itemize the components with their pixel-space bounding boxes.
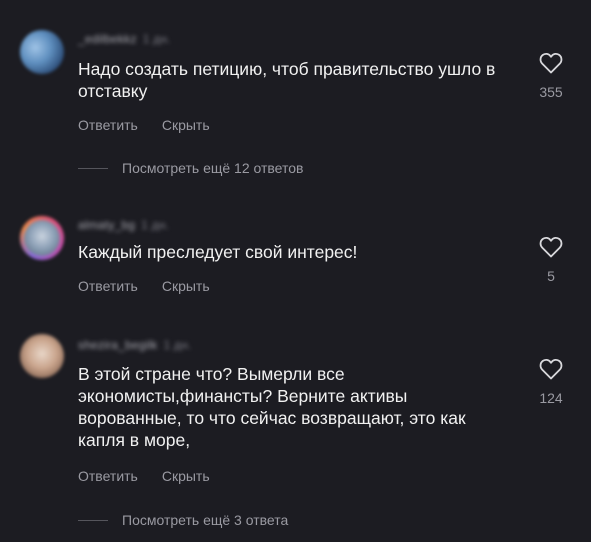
username-text[interactable]: _edilbekkz [78,32,137,46]
view-more-label[interactable]: Посмотреть ещё 3 ответа [122,512,288,528]
like-button[interactable]: 124 [530,358,572,406]
comment-time: 1 дн. [142,32,171,46]
avatar[interactable] [20,334,64,378]
reply-button[interactable]: Ответить [78,468,138,484]
avatar[interactable] [20,216,64,260]
comment-actions: Ответить Скрыть [78,278,234,294]
reply-button[interactable]: Ответить [78,117,138,133]
comment-text: В этой стране что? Вымерли все экономист… [78,364,466,450]
comment-actions: Ответить Скрыть [78,468,234,484]
comment-text: Каждый преследует свой интерес! [78,242,358,262]
hide-button[interactable]: Скрыть [162,468,210,484]
heart-outline-icon[interactable] [530,52,572,74]
hide-button[interactable]: Скрыть [162,117,210,133]
like-count: 5 [547,268,555,284]
comment-username[interactable]: shezira_begilk 1 дн. [78,338,192,352]
comment-text: Надо создать петицию, чтоб правительство… [78,59,496,101]
like-count: 124 [539,390,563,406]
username-text[interactable]: shezira_begilk [78,338,158,352]
like-count: 355 [539,84,563,100]
reply-button[interactable]: Ответить [78,278,138,294]
like-button[interactable]: 355 [530,52,572,100]
view-more-label[interactable]: Посмотреть ещё 12 ответов [122,160,303,176]
comment-time: 1 дн. [163,338,192,352]
username-text[interactable]: almaty_bg [78,218,135,232]
heart-outline-icon[interactable] [530,236,572,258]
hide-button[interactable]: Скрыть [162,278,210,294]
replies-divider [78,519,108,521]
view-more-replies[interactable]: Посмотреть ещё 3 ответа [78,512,288,528]
heart-outline-icon[interactable] [530,358,572,380]
avatar[interactable] [20,30,64,74]
comment-actions: Ответить Скрыть [78,117,234,133]
comment-time: 1 дн. [141,218,170,232]
view-more-replies[interactable]: Посмотреть ещё 12 ответов [78,160,303,176]
comment-username[interactable]: almaty_bg 1 дн. [78,218,169,232]
replies-divider [78,167,108,169]
like-button[interactable]: 5 [530,236,572,284]
comment-username[interactable]: _edilbekkz 1 дн. [78,32,171,46]
